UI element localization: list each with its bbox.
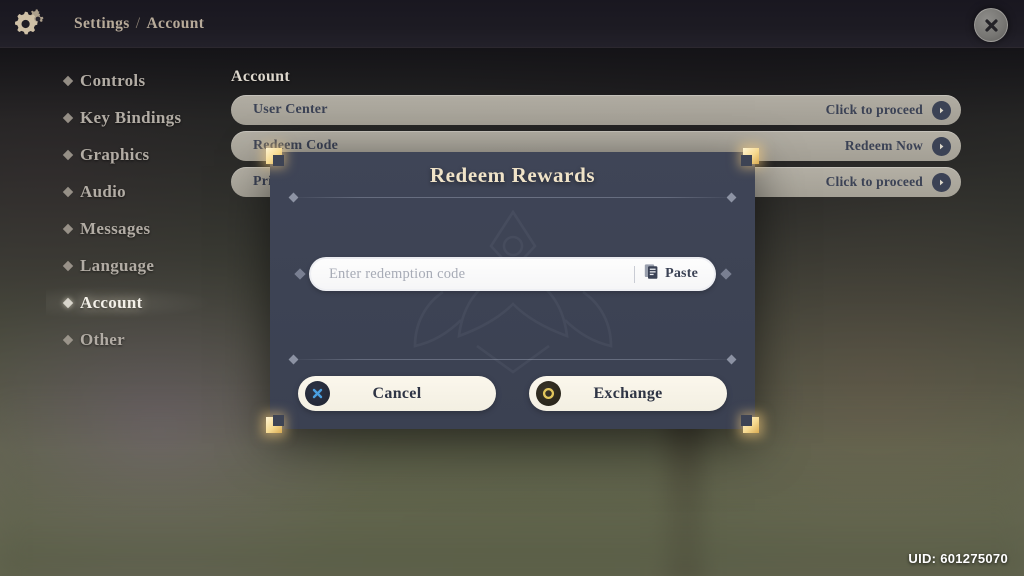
account-row-label: User Center (253, 102, 328, 117)
account-row-action-label: Click to proceed (825, 174, 923, 189)
gear-icon (0, 0, 58, 48)
clipboard-icon (644, 263, 659, 285)
dialog-button-row: Cancel Exchange (298, 376, 727, 411)
sidebar-item-graphics[interactable]: Graphics (0, 136, 216, 173)
account-row-action-label: Redeem Now (844, 138, 923, 153)
panel-title: Account (231, 68, 290, 85)
sidebar-item-other[interactable]: Other (0, 321, 216, 358)
account-row-action-label: Click to proceed (825, 102, 923, 117)
redemption-code-input[interactable]: Enter redemption code Paste (309, 257, 716, 291)
input-diamond-icon (293, 268, 306, 281)
account-row-action[interactable]: Redeem Now (844, 136, 951, 156)
sidebar-item-label: Audio (80, 181, 126, 201)
confirm-circle-icon (536, 381, 561, 406)
chevron-right-icon (932, 136, 951, 156)
sidebar-item-audio[interactable]: Audio (0, 173, 216, 210)
divider-diamond-icon (288, 354, 299, 365)
close-icon (982, 16, 1001, 35)
sidebar-item-controls[interactable]: Controls (0, 62, 216, 99)
sidebar-item-label: Controls (80, 70, 146, 90)
sidebar-item-label: Language (80, 255, 155, 275)
sidebar-bullet-icon (62, 223, 74, 234)
chevron-right-icon (932, 100, 951, 120)
paste-divider (634, 265, 636, 283)
input-diamond-icon (719, 268, 732, 281)
divider-diamond-icon (726, 354, 737, 365)
dialog-divider-bottom (288, 354, 737, 365)
sidebar-bullet-icon (62, 334, 74, 345)
divider-line (299, 197, 726, 198)
sidebar-item-label: Account (80, 292, 143, 312)
breadcrumb-root[interactable]: Settings (74, 15, 130, 33)
sidebar-item-messages[interactable]: Messages (0, 210, 216, 247)
divider-line (299, 359, 726, 360)
paste-button[interactable]: Paste (644, 263, 708, 285)
divider-diamond-icon (726, 192, 737, 203)
sidebar-item-key-bindings[interactable]: Key Bindings (0, 99, 216, 136)
close-circle-icon (305, 381, 330, 406)
sidebar-item-label: Other (80, 329, 125, 349)
sidebar-item-label: Graphics (80, 144, 150, 164)
redemption-code-row: Enter redemption code Paste (293, 257, 732, 291)
breadcrumb-current: Account (146, 14, 205, 32)
paste-label: Paste (665, 266, 698, 281)
top-bar: Settings / Account (0, 0, 1024, 48)
dialog-title: Redeem Rewards (429, 163, 596, 187)
redeem-rewards-dialog: Redeem Rewards Enter redemption code Pas… (266, 148, 759, 433)
game-settings-screen: Settings / Account Controls Key Bindings G… (0, 0, 1024, 576)
sidebar-item-language[interactable]: Language (0, 247, 216, 284)
exchange-button[interactable]: Exchange (529, 376, 727, 411)
sidebar-bullet-icon (62, 75, 74, 86)
divider-diamond-icon (288, 192, 299, 203)
breadcrumb: Settings / Account (74, 15, 204, 33)
dialog-divider-top (288, 192, 737, 203)
redemption-code-placeholder: Enter redemption code (329, 265, 466, 282)
sidebar-bullet-icon (62, 186, 74, 197)
sidebar-item-label: Key Bindings (80, 107, 182, 127)
account-row-user-center[interactable]: User Center Click to proceed (231, 95, 961, 125)
account-row-action[interactable]: Click to proceed (825, 100, 951, 120)
sidebar-bullet-icon (62, 112, 74, 123)
sidebar-item-account[interactable]: Account (0, 284, 246, 321)
settings-sidebar: Controls Key Bindings Graphics Audio Message… (0, 62, 246, 358)
chevron-right-icon (932, 172, 951, 192)
uid-label: UID: 601275070 (908, 551, 1008, 566)
breadcrumb-separator: / (135, 14, 141, 32)
account-row-action[interactable]: Click to proceed (825, 172, 951, 192)
sidebar-item-label: Messages (80, 218, 151, 238)
sidebar-bullet-icon (62, 297, 74, 308)
sidebar-bullet-icon (62, 260, 74, 271)
close-button[interactable] (974, 8, 1008, 42)
sidebar-bullet-icon (62, 149, 74, 160)
cancel-button[interactable]: Cancel (298, 376, 496, 411)
